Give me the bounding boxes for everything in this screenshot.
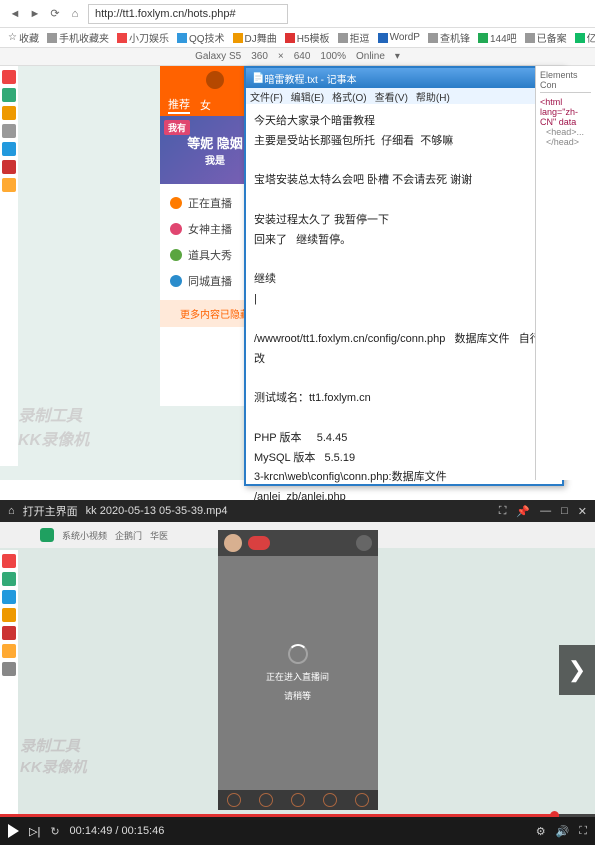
- side-icon[interactable]: [2, 124, 16, 138]
- nav-icon[interactable]: [323, 793, 337, 807]
- nav-icon[interactable]: [259, 793, 273, 807]
- nav-icon[interactable]: [291, 793, 305, 807]
- pin-icon[interactable]: 📌: [516, 505, 530, 518]
- bookmark-item[interactable]: QQ技术: [177, 30, 225, 45]
- device-select[interactable]: Galaxy S5: [195, 51, 241, 62]
- tab-item[interactable]: 企鹅门: [115, 529, 142, 542]
- device-height[interactable]: 640: [294, 51, 311, 62]
- menu-file[interactable]: 文件(F): [250, 89, 283, 104]
- devtools-device-bar: Galaxy S5 360× 640 100% Online▾: [0, 48, 595, 66]
- tab-recommend[interactable]: 推荐: [168, 96, 190, 114]
- volume-icon[interactable]: 🔊: [556, 825, 570, 838]
- tab-item[interactable]: 系统小视频: [62, 529, 107, 542]
- browser-logo-icon: [40, 528, 54, 542]
- bookmark-item[interactable]: 拒逗: [338, 30, 370, 45]
- device-width[interactable]: 360: [251, 51, 268, 62]
- side-icon[interactable]: [2, 88, 16, 102]
- maximize-icon[interactable]: □: [561, 505, 568, 518]
- bookmark-item[interactable]: 亿网科技: [575, 30, 595, 45]
- menu-edit[interactable]: 编辑(E): [291, 89, 324, 104]
- watermark: 录制工具 KK录像机: [20, 735, 87, 777]
- notepad-window: 📄 暗雷教程.txt - 记事本 文件(F) 编辑(E) 格式(O) 查看(V)…: [244, 66, 564, 486]
- side-icon[interactable]: [2, 572, 16, 586]
- tab-item[interactable]: 华医: [150, 529, 168, 542]
- side-icon[interactable]: [2, 662, 16, 676]
- bookmark-item[interactable]: WordP: [378, 32, 420, 43]
- menu-help[interactable]: 帮助(H): [416, 89, 450, 104]
- home-icon[interactable]: ⌂: [8, 505, 15, 517]
- side-icon[interactable]: [2, 644, 16, 658]
- fit-icon[interactable]: ⛶: [499, 505, 507, 518]
- url-input[interactable]: [88, 4, 288, 24]
- prop-icon: [170, 249, 182, 261]
- side-icon[interactable]: [2, 142, 16, 156]
- side-icon[interactable]: [2, 590, 16, 604]
- goddess-icon: [170, 223, 182, 235]
- browser-sidebar: [0, 66, 18, 466]
- bookmark-item[interactable]: DJ舞曲: [233, 30, 277, 45]
- home-icon[interactable]: ⌂: [68, 7, 82, 21]
- loop-icon[interactable]: ↻: [50, 825, 59, 838]
- app-logo-icon: [206, 71, 224, 89]
- close-icon[interactable]: ✕: [578, 505, 587, 518]
- zoom-select[interactable]: 100%: [320, 51, 346, 62]
- time-display: 00:14:49 / 00:15:46: [70, 825, 165, 837]
- side-icon[interactable]: [2, 70, 16, 84]
- forward-icon[interactable]: ►: [28, 7, 42, 21]
- nav-icon[interactable]: [227, 793, 241, 807]
- reload-icon[interactable]: ⟳: [48, 7, 62, 21]
- tab-female[interactable]: 女: [200, 97, 211, 113]
- next-button[interactable]: ❯: [559, 645, 595, 695]
- video-viewport: 系统小视频 企鹅门 华医 正在进入直播间 请稍等: [0, 522, 595, 817]
- bookmark-item[interactable]: 已备案: [525, 30, 567, 45]
- bookmark-bar: ☆ 收藏 手机收藏夹 小刀娱乐 QQ技术 DJ舞曲 H5模板 拒逗 WordP …: [0, 28, 595, 48]
- city-icon: [170, 275, 182, 287]
- side-icon[interactable]: [2, 626, 16, 640]
- side-icon[interactable]: [2, 554, 16, 568]
- nav-icon[interactable]: [355, 793, 369, 807]
- live-icon: [170, 197, 182, 209]
- profile-icon[interactable]: [356, 535, 372, 551]
- browser-toolbar: ◄ ► ⟳ ⌂: [0, 0, 595, 28]
- bookmark-item[interactable]: 144吧: [478, 30, 517, 45]
- menu-format[interactable]: 格式(O): [332, 89, 366, 104]
- player-controls: ▷| ↻ 00:14:49 / 00:15:46 ⚙ 🔊 ⛶: [0, 817, 595, 845]
- notepad-menubar: 文件(F) 编辑(E) 格式(O) 查看(V) 帮助(H): [246, 88, 562, 104]
- bookmark-item[interactable]: 查机锋: [428, 30, 470, 45]
- back-icon[interactable]: ◄: [8, 7, 22, 21]
- devtools-panel[interactable]: Elements Con <html lang="zh-CN" data <he…: [535, 66, 595, 480]
- fullscreen-icon[interactable]: ⛶: [579, 825, 587, 838]
- open-main-button[interactable]: 打开主界面: [23, 503, 78, 519]
- bookmark-item[interactable]: ☆ 收藏: [8, 30, 39, 45]
- loading-text: 正在进入直播间: [266, 670, 329, 683]
- phone-preview: 正在进入直播间 请稍等: [218, 530, 378, 810]
- loading-subtext: 请稍等: [284, 689, 311, 702]
- minimize-icon[interactable]: —: [540, 505, 551, 518]
- loading-spinner-icon: [288, 644, 308, 664]
- settings-icon[interactable]: ⚙: [536, 825, 546, 838]
- player-titlebar: ⌂ 打开主界面 kk 2020-05-13 05-35-39.mp4 ⛶ 📌 —…: [0, 500, 595, 522]
- video-filename: kk 2020-05-13 05-35-39.mp4: [86, 505, 228, 517]
- side-icon[interactable]: [2, 178, 16, 192]
- badge: [248, 536, 270, 550]
- side-icon[interactable]: [2, 106, 16, 120]
- side-icon[interactable]: [2, 160, 16, 174]
- bookmark-item[interactable]: 小刀娱乐: [117, 30, 169, 45]
- avatar[interactable]: [224, 534, 242, 552]
- play-button[interactable]: [8, 824, 19, 838]
- network-select[interactable]: Online: [356, 51, 385, 62]
- next-track-button[interactable]: ▷|: [29, 825, 40, 838]
- inner-sidebar: [0, 550, 18, 817]
- side-icon[interactable]: [2, 608, 16, 622]
- bookmark-item[interactable]: 手机收藏夹: [47, 30, 109, 45]
- menu-view[interactable]: 查看(V): [375, 89, 408, 104]
- bookmark-item[interactable]: H5模板: [285, 30, 330, 45]
- watermark: 录制工具 KK录像机: [18, 402, 89, 450]
- notepad-titlebar[interactable]: 📄 暗雷教程.txt - 记事本: [246, 68, 562, 88]
- notepad-textarea[interactable]: 今天给大家录个暗雷教程 主要是受站长那骚包所托 仔细看 不够嘛 宝塔安装总太特么…: [246, 104, 562, 556]
